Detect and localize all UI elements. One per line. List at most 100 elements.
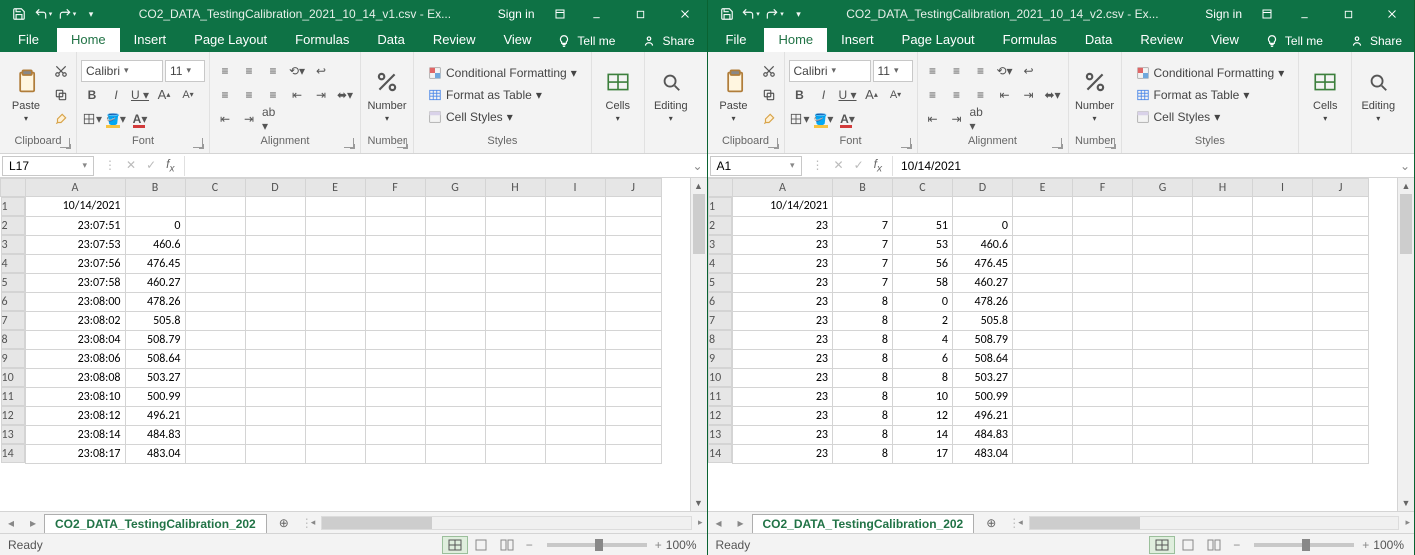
row-header-13[interactable]: 13 bbox=[708, 425, 732, 444]
cell-J8[interactable] bbox=[605, 330, 661, 349]
editing-button[interactable]: Editing▾ bbox=[1358, 64, 1398, 126]
cell-F9[interactable] bbox=[365, 349, 425, 368]
cell-G7[interactable] bbox=[425, 311, 485, 330]
qat-customize-icon[interactable]: ▾ bbox=[788, 3, 810, 25]
copy-button[interactable] bbox=[758, 84, 780, 106]
column-header-E[interactable]: E bbox=[1013, 179, 1073, 197]
underline-button[interactable]: U ▾ bbox=[837, 84, 859, 106]
cell-B9[interactable]: 508.64 bbox=[125, 349, 185, 368]
cell-B7[interactable]: 505.8 bbox=[125, 311, 185, 330]
cell-J9[interactable] bbox=[1313, 349, 1369, 368]
cell-H14[interactable] bbox=[1193, 444, 1253, 463]
page-layout-view-button[interactable] bbox=[468, 536, 494, 554]
align-right-button[interactable]: ≡ bbox=[262, 84, 284, 106]
cell-D14[interactable] bbox=[245, 444, 305, 463]
cell-D8[interactable]: 508.79 bbox=[953, 330, 1013, 349]
cell-H2[interactable] bbox=[1193, 216, 1253, 235]
clipboard-dialog-launcher[interactable] bbox=[768, 138, 778, 148]
cell-B10[interactable]: 8 bbox=[833, 368, 893, 387]
cell-I2[interactable] bbox=[1253, 216, 1313, 235]
row-header-11[interactable]: 11 bbox=[1, 387, 25, 406]
borders-button[interactable]: ▾ bbox=[81, 108, 103, 130]
share-button[interactable]: Share bbox=[630, 30, 706, 52]
cell-H7[interactable] bbox=[485, 311, 545, 330]
column-header-I[interactable]: I bbox=[1253, 179, 1313, 197]
cell-A2[interactable]: 23:07:51 bbox=[25, 216, 125, 235]
cell-G13[interactable] bbox=[1133, 425, 1193, 444]
cell-B2[interactable]: 0 bbox=[125, 216, 185, 235]
cell-H9[interactable] bbox=[485, 349, 545, 368]
cell-B6[interactable]: 8 bbox=[833, 292, 893, 311]
cell-C2[interactable] bbox=[185, 216, 245, 235]
cell-H7[interactable] bbox=[1193, 311, 1253, 330]
row-header-4[interactable]: 4 bbox=[708, 254, 732, 273]
cell-G3[interactable] bbox=[425, 235, 485, 254]
column-header-J[interactable]: J bbox=[1313, 179, 1369, 197]
cell-D12[interactable] bbox=[245, 406, 305, 425]
cell-B11[interactable]: 8 bbox=[833, 387, 893, 406]
zoom-slider[interactable] bbox=[547, 543, 647, 547]
cell-A14[interactable]: 23:08:17 bbox=[25, 444, 125, 463]
cell-J1[interactable] bbox=[1313, 197, 1369, 217]
conditional-formatting-button[interactable]: Conditional Formatting ▾ bbox=[424, 64, 581, 82]
cell-B5[interactable]: 7 bbox=[833, 273, 893, 292]
cell-C5[interactable] bbox=[185, 273, 245, 292]
cell-F9[interactable] bbox=[1073, 349, 1133, 368]
cell-B7[interactable]: 8 bbox=[833, 311, 893, 330]
cell-H11[interactable] bbox=[1193, 387, 1253, 406]
page-layout-view-button[interactable] bbox=[1175, 536, 1201, 554]
cell-A9[interactable]: 23 bbox=[733, 349, 833, 368]
wrap-text-button[interactable]: ↩ bbox=[310, 60, 332, 82]
orientation-button[interactable]: ab ▾ bbox=[970, 108, 992, 130]
column-header-A[interactable]: A bbox=[733, 179, 833, 197]
cell-D4[interactable] bbox=[245, 254, 305, 273]
row-header-9[interactable]: 9 bbox=[1, 349, 25, 368]
column-header-B[interactable]: B bbox=[833, 179, 893, 197]
cell-H1[interactable] bbox=[1193, 197, 1253, 217]
row-header-2[interactable]: 2 bbox=[708, 216, 732, 235]
sheet-tab-active[interactable]: CO2_DATA_TestingCalibration_202 bbox=[752, 514, 975, 533]
number-dialog-launcher[interactable] bbox=[1105, 138, 1115, 148]
cell-G3[interactable] bbox=[1133, 235, 1193, 254]
cell-F10[interactable] bbox=[1073, 368, 1133, 387]
redo-icon[interactable]: ▾ bbox=[764, 3, 786, 25]
cells-button[interactable]: Cells▾ bbox=[1305, 64, 1345, 126]
cell-A11[interactable]: 23:08:10 bbox=[25, 387, 125, 406]
cell-F12[interactable] bbox=[1073, 406, 1133, 425]
cell-E1[interactable] bbox=[1013, 197, 1073, 217]
increase-font-button[interactable]: A▴ bbox=[153, 84, 175, 106]
cell-I10[interactable] bbox=[1253, 368, 1313, 387]
cell-F14[interactable] bbox=[1073, 444, 1133, 463]
indent-left-button[interactable]: ⇤ bbox=[214, 108, 236, 130]
horizontal-scrollbar[interactable]: ◂▸ bbox=[1014, 516, 1414, 530]
cell-E12[interactable] bbox=[1013, 406, 1073, 425]
cell-I8[interactable] bbox=[545, 330, 605, 349]
cell-B12[interactable]: 8 bbox=[833, 406, 893, 425]
minimize-button[interactable] bbox=[575, 0, 619, 28]
formula-input[interactable]: 10/14/2021 bbox=[892, 156, 1396, 176]
format-painter-button[interactable] bbox=[50, 108, 72, 130]
horizontal-scrollbar[interactable]: ◂▸ bbox=[307, 516, 707, 530]
orientation-button[interactable]: ⟲▾ bbox=[994, 60, 1016, 82]
align-left-button[interactable]: ≡ bbox=[214, 84, 236, 106]
font-size-combo[interactable]: 11▾ bbox=[165, 60, 205, 82]
cell-G11[interactable] bbox=[425, 387, 485, 406]
zoom-slider[interactable] bbox=[1254, 543, 1354, 547]
cell-E4[interactable] bbox=[305, 254, 365, 273]
cell-D2[interactable] bbox=[245, 216, 305, 235]
cell-C14[interactable]: 17 bbox=[893, 444, 953, 463]
cell-C3[interactable] bbox=[185, 235, 245, 254]
cell-A8[interactable]: 23 bbox=[733, 330, 833, 349]
number-format-button[interactable]: Number▾ bbox=[1075, 64, 1115, 126]
align-top-button[interactable]: ≡ bbox=[922, 60, 944, 82]
cell-A10[interactable]: 23:08:08 bbox=[25, 368, 125, 387]
cell-H8[interactable] bbox=[485, 330, 545, 349]
cell-E3[interactable] bbox=[305, 235, 365, 254]
cell-G10[interactable] bbox=[425, 368, 485, 387]
cell-A9[interactable]: 23:08:06 bbox=[25, 349, 125, 368]
zoom-out-button[interactable]: − bbox=[1227, 538, 1246, 552]
cell-E2[interactable] bbox=[305, 216, 365, 235]
cell-J11[interactable] bbox=[605, 387, 661, 406]
column-header-D[interactable]: D bbox=[245, 179, 305, 197]
decrease-indent-button[interactable]: ⇤ bbox=[286, 84, 308, 106]
